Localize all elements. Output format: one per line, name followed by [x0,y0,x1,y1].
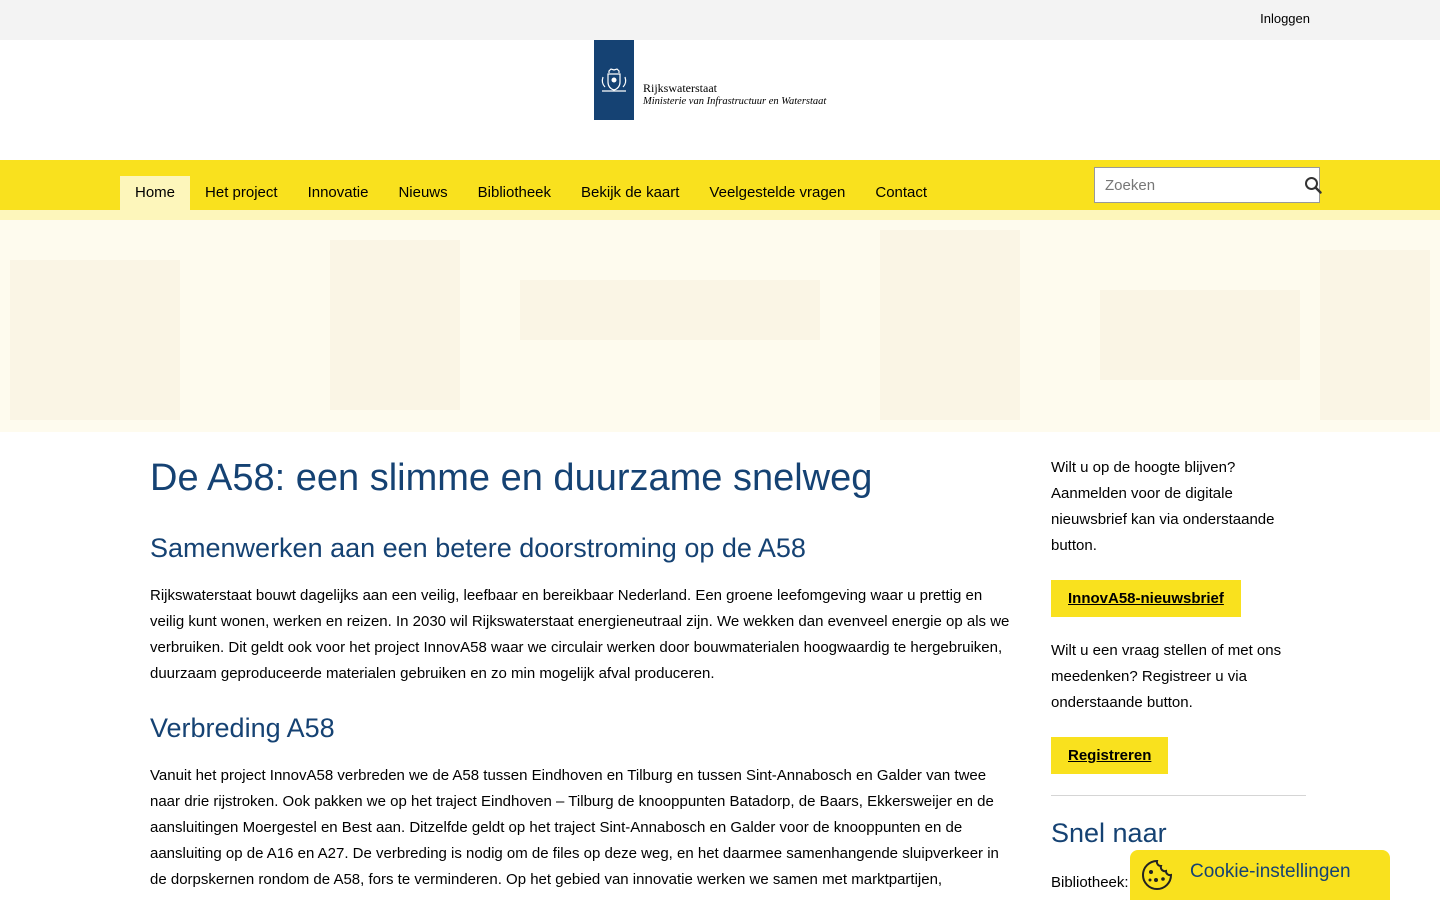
newsletter-text: Wilt u op de hoogte blijven? Aanmelden v… [1051,459,1275,554]
section-heading-samenwerken: Samenwerken aan een betere doorstroming … [150,533,806,563]
nav-sub-strip [0,210,1440,220]
hero-image [0,220,1440,432]
section-text-samenwerken: Rijkswaterstaat bouwt dagelijks aan een … [150,587,1010,682]
logo-line2: Ministerie van Infrastructuur en Waterst… [643,96,827,107]
cookie-settings-button[interactable]: Cookie-instellingen [1130,850,1390,900]
hero-shape [1320,250,1430,420]
section-text-verbreding: Vanuit het project InnovA58 verbreden we… [150,767,999,888]
cookie-icon [1142,859,1173,890]
register-button[interactable]: Registreren [1051,737,1169,774]
hero-shape [1100,290,1300,380]
main-nav: Home Het project Innovatie Nieuws Biblio… [0,160,1440,210]
nav-item-nieuws[interactable]: Nieuws [383,176,462,210]
nav-item-bibliotheek[interactable]: Bibliotheek [463,176,566,210]
nav-item-home[interactable]: Home [120,176,191,210]
nav-item-innovatie[interactable]: Innovatie [293,176,384,210]
page-title: De A58: een slimme en duurzame snelweg [150,457,873,499]
logo-wordmark[interactable]: Rijkswaterstaat Ministerie van Infrastru… [643,81,826,109]
crest-icon[interactable] [594,40,634,120]
cookie-settings-label: Cookie-instellingen [1190,861,1351,882]
nav-items: Home Het project Innovatie Nieuws Biblio… [120,176,942,210]
hero-shape [330,240,460,410]
hero-shape [880,230,1020,420]
register-text: Wilt u een vraag stellen of met ons meed… [1051,642,1282,711]
hero-shape [520,280,820,340]
search-box [1094,167,1322,203]
sidebar: Wilt u op de hoogte blijven? Aanmelden v… [1051,455,1306,896]
nav-item-bekijk-de-kaart[interactable]: Bekijk de kaart [566,176,694,210]
login-link[interactable]: Inloggen [1260,11,1310,26]
nav-item-contact[interactable]: Contact [860,176,942,210]
sidebar-divider [1051,795,1306,796]
section-heading-verbreding: Verbreding A58 [150,713,335,743]
newsletter-button[interactable]: InnovA58-nieuwsbrief [1051,580,1241,617]
search-button[interactable] [1304,168,1322,202]
search-icon [1305,177,1322,194]
logo-line1: Rijkswaterstaat [643,81,717,95]
logo-area: Rijkswaterstaat Ministerie van Infrastru… [0,40,1440,160]
search-input[interactable] [1095,168,1304,202]
top-bar: Inloggen [0,0,1440,40]
nav-item-het-project[interactable]: Het project [190,176,293,210]
hero-shape [10,260,180,420]
nav-item-veelgestelde-vragen[interactable]: Veelgestelde vragen [694,176,860,210]
snel-naar-heading: Snel naar [1051,818,1167,848]
main-content: De A58: een slimme en duurzame snelweg S… [150,455,1010,893]
